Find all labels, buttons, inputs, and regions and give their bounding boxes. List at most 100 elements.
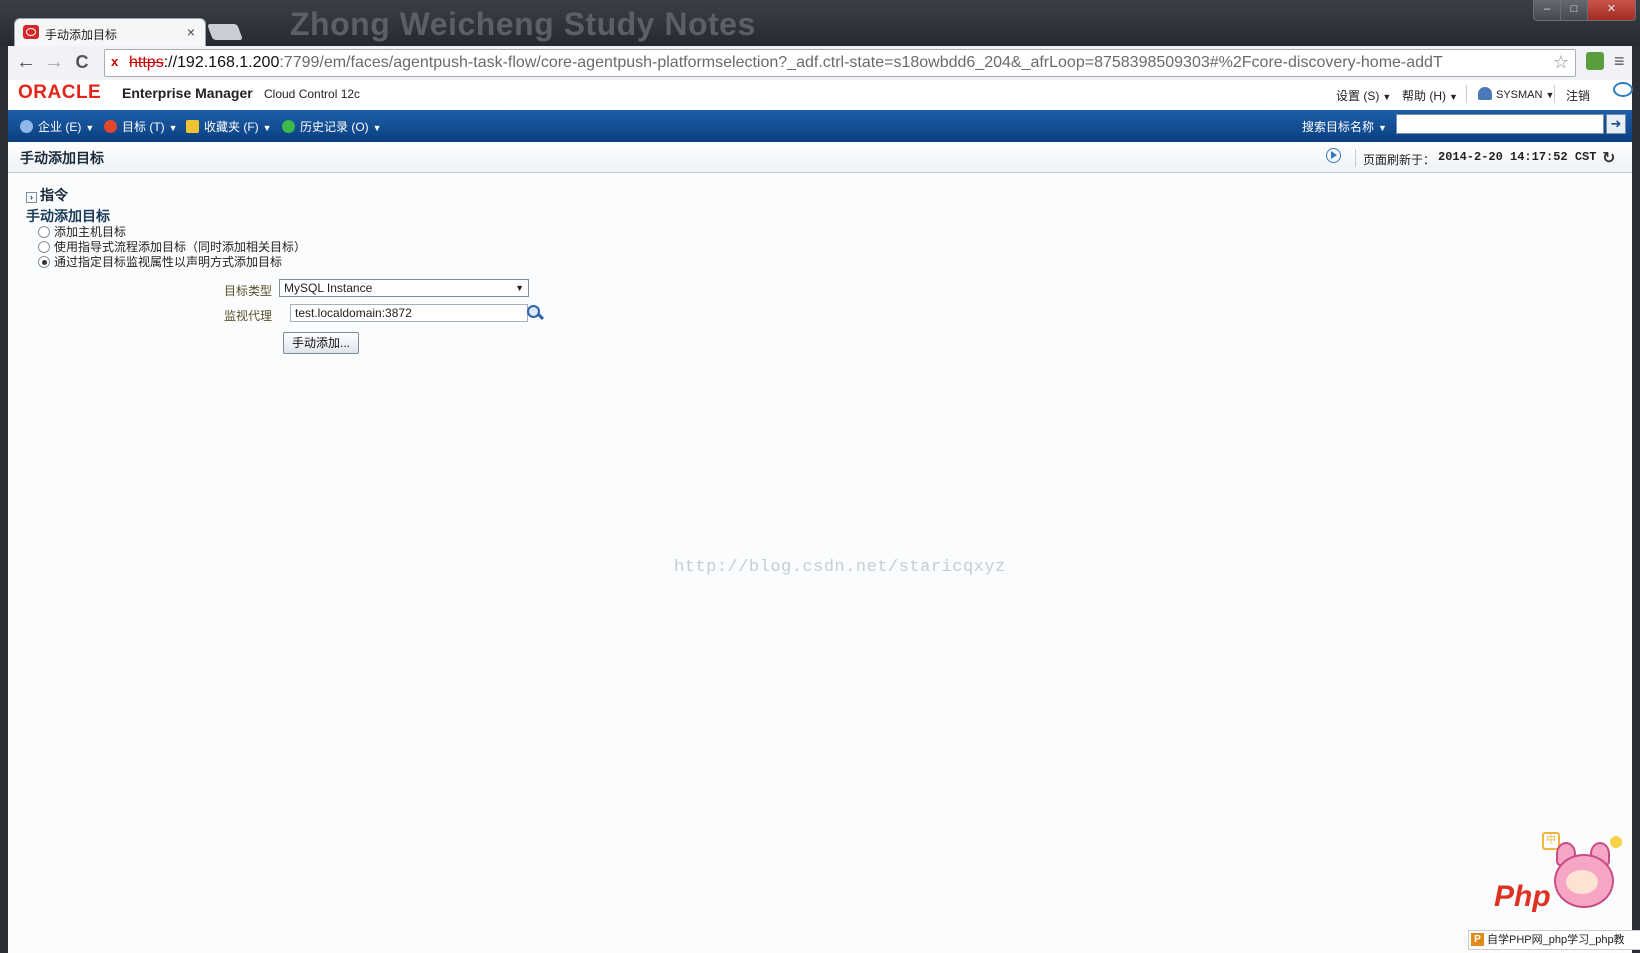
main-content: › 指令 手动添加目标 添加主机目标 使用指导式流程添加目标（同时添加相关目标） … [8,173,1632,953]
oracle-favicon-icon [23,25,39,39]
chevron-down-icon: ▼ [85,123,95,133]
chevron-down-icon: ▼ [1449,92,1458,102]
php-logo: Php [1494,880,1551,913]
brand-bar: ORACLE Enterprise Manager Cloud Control … [8,80,1632,111]
mascot-watermark: 中 [1540,828,1632,920]
window-close-button[interactable]: ✕ [1587,0,1636,21]
url-scheme: https [129,54,164,71]
nav-enterprise[interactable]: 企业 (E) ▼ [20,118,94,135]
nav-targets[interactable]: 目标 (T) ▼ [104,118,178,135]
sun-icon [1610,836,1622,848]
star-icon [186,120,199,133]
oracle-logo: ORACLE [18,82,102,103]
search-icon[interactable] [524,304,546,321]
back-button[interactable]: ← [14,50,38,74]
nav-favorites[interactable]: 收藏夹 (F) ▼ [186,118,272,135]
nav-history[interactable]: 历史记录 (O) ▼ [282,118,382,135]
divider [1355,149,1356,167]
radio-button[interactable] [38,241,50,253]
lens-handle [536,312,545,321]
chevron-down-icon: ▼ [372,123,382,133]
blog-watermark: http://blog.csdn.net/staricqxyz [674,558,1006,577]
browser-titlebar: Zhong Weicheng Study Notes 手动添加目标 × – □ … [0,0,1640,47]
instructions-toggle[interactable]: › 指令 [26,185,68,205]
radio-button[interactable] [38,226,50,238]
option-declarative[interactable]: 通过指定目标监视属性以声明方式添加目标 [38,253,282,270]
user-icon [1478,87,1492,100]
search-scope-menu[interactable]: 搜索目标名称 ▼ [1302,118,1387,135]
tab-close-button[interactable]: × [187,24,195,40]
bookmark-star-icon[interactable]: ☆ [1553,52,1569,73]
php-site-banner: P 自学PHP网_php学习_php教 [1468,930,1640,950]
target-type-label: 目标类型 [224,284,273,298]
settings-menu[interactable]: 设置 (S) ▼ [1336,87,1391,104]
oracle-ring-icon [1613,82,1633,97]
nav-targets-label: 目标 (T) [122,120,165,134]
chevron-down-icon: ▼ [262,123,272,133]
user-name: SYSMAN [1496,89,1543,101]
user-menu[interactable]: SYSMAN ▼ [1478,87,1554,101]
search-scope-label: 搜索目标名称 [1302,120,1375,134]
url-path: :7799/em/faces/agentpush-task-flow/core-… [279,54,1443,71]
refresh-timestamp: 2014-2-20 14:17:52 CST [1438,150,1597,164]
refresh-label: 页面刷新于： [1363,153,1436,167]
logout-link[interactable]: 注销 [1566,87,1590,104]
search-go-button[interactable]: ➜ [1606,114,1626,134]
chevron-down-icon: ▼ [1382,92,1392,102]
nav-favorites-label: 收藏夹 (F) [204,120,259,134]
title-watermark: Zhong Weicheng Study Notes [290,6,756,42]
target-type-select[interactable]: MySQL Instance ▼ [279,279,529,297]
add-manually-button[interactable]: 手动添加... [283,332,359,354]
page-header: 手动添加目标 页面刷新于： 2014-2-20 14:17:52 CST ↻ [8,142,1632,173]
divider [1466,85,1467,103]
radio-button-selected[interactable] [38,256,50,268]
targets-icon [104,120,117,133]
disclosure-icon: › [26,192,37,203]
help-menu[interactable]: 帮助 (H) ▼ [1402,87,1458,104]
page-viewport: ORACLE Enterprise Manager Cloud Control … [8,80,1633,953]
browser-tab[interactable]: 手动添加目标 × [14,18,206,47]
mascot-face [1566,870,1598,894]
chevron-down-icon: ▼ [1378,123,1387,133]
php-site-text: 自学PHP网_php学习_php教 [1487,934,1625,946]
target-search-input[interactable] [1396,114,1604,134]
product-edition: Cloud Control 12c [264,87,361,101]
play-icon[interactable] [1326,148,1341,163]
help-menu-label: 帮助 (H) [1402,89,1446,103]
window-minimize-button[interactable]: – [1533,0,1561,21]
window-frame-left [0,80,8,953]
instructions-label: 指令 [40,187,68,203]
monitoring-agent-input[interactable]: test.localdomain:3872 [290,304,528,322]
window-frame-right [1632,80,1640,953]
insecure-warning-icon: x [111,54,119,69]
address-bar[interactable]: x https://192.168.1.200:7799/em/faces/ag… [104,49,1576,77]
nav-enterprise-label: 企业 (E) [38,120,82,134]
browser-menu-icon[interactable]: ≡ [1614,51,1625,72]
chevron-down-icon: ▼ [515,283,524,293]
window-maximize-button[interactable]: □ [1560,0,1588,21]
option-label: 添加主机目标 [54,225,127,239]
extension-icon[interactable] [1586,52,1604,70]
chevron-down-icon: ▼ [168,123,178,133]
browser-toolbar: ← → C x https://192.168.1.200:7799/em/fa… [8,46,1632,81]
history-icon [282,120,295,133]
settings-menu-label: 设置 (S) [1336,89,1380,103]
new-tab-button[interactable] [207,24,243,40]
monitoring-agent-label: 监视代理 [224,309,273,323]
url-host: ://192.168.1.200 [163,54,280,71]
php-site-icon: P [1471,933,1484,946]
refresh-icon[interactable]: ↻ [1602,148,1615,168]
tab-title: 手动添加目标 [45,28,118,42]
option-label: 通过指定目标监视属性以声明方式添加目标 [54,255,283,269]
main-navbar: 企业 (E) ▼ 目标 (T) ▼ 收藏夹 (F) ▼ 历史记录 (O) ▼ 搜索目标名… [8,110,1632,142]
forward-button[interactable]: → [42,50,66,74]
target-type-value: MySQL Instance [284,281,373,295]
divider [1554,85,1555,103]
product-title: Enterprise Manager [122,85,253,101]
nav-history-label: 历史记录 (O) [300,120,369,134]
page-title: 手动添加目标 [20,150,104,166]
option-label: 使用指导式流程添加目标（同时添加相关目标） [54,240,307,254]
enterprise-icon [20,120,33,133]
reload-button[interactable]: C [70,50,94,74]
address-url: https://192.168.1.200:7799/em/faces/agen… [129,54,1549,72]
